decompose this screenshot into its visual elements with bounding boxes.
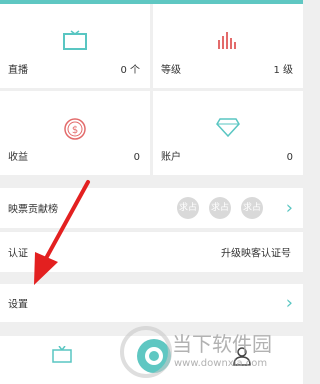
tab-live[interactable] [52, 345, 72, 368]
tile-label: 账户 [161, 152, 181, 163]
verify-row[interactable]: 认证 升级映客认证号 [0, 231, 303, 272]
tv-icon [52, 345, 72, 368]
tile-value: 1 级 [273, 65, 293, 76]
tile-income[interactable]: $ 收益 0 [0, 91, 150, 175]
tile-value: 0 个 [120, 65, 140, 76]
contributor-avatar[interactable]: 求占 [209, 197, 231, 219]
watermark-title: 当下软件园 [172, 332, 272, 356]
tile-value: 0 [286, 152, 293, 163]
diamond-icon [216, 117, 240, 141]
tile-label: 等级 [161, 65, 181, 76]
bar-chart-icon [217, 30, 239, 54]
chevron-right-icon: › [285, 197, 293, 219]
verify-label: 认证 [8, 248, 28, 260]
contribution-row[interactable]: 映票贡献榜 求占 求占 求占 › [0, 188, 303, 228]
contributor-avatar[interactable]: 求占 [241, 197, 263, 219]
watermark-url: www.downxia.com [174, 358, 268, 369]
watermark: 当下软件园 www.downxia.com [120, 320, 303, 380]
tile-live[interactable]: 直播 0 个 [0, 4, 150, 88]
tile-value: 0 [133, 152, 140, 163]
tv-icon [62, 30, 88, 56]
tile-label: 直播 [8, 65, 28, 76]
stats-grid: 直播 0 个 等级 1 级 $ 收益 0 账户 0 [0, 4, 303, 175]
tile-level[interactable]: 等级 1 级 [153, 4, 303, 88]
tile-label: 收益 [8, 152, 28, 163]
watermark-logo [120, 326, 172, 378]
svg-text:$: $ [72, 125, 78, 136]
tile-account[interactable]: 账户 0 [153, 91, 303, 175]
chevron-right-icon: › [285, 292, 293, 314]
coin-icon: $ [63, 117, 87, 145]
contribution-label: 映票贡献榜 [8, 204, 58, 216]
verify-value: 升级映客认证号 [221, 248, 291, 260]
contributor-avatar[interactable]: 求占 [177, 197, 199, 219]
settings-label: 设置 [8, 299, 28, 311]
settings-row[interactable]: 设置 › [0, 284, 303, 322]
